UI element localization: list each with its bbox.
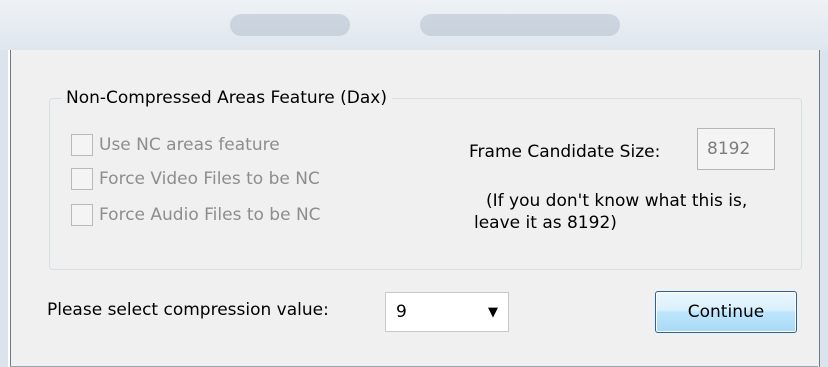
- window-frame-left: [0, 0, 8, 367]
- checkbox-label: Force Video Files to be NC: [99, 169, 320, 189]
- compression-value: 9: [396, 302, 407, 322]
- use-nc-areas-checkbox[interactable]: Use NC areas feature: [71, 134, 280, 156]
- dialog-body: Non-Compressed Areas Feature (Dax) Use N…: [10, 50, 820, 367]
- compression-label: Please select compression value:: [47, 300, 329, 320]
- chevron-down-icon[interactable]: ▼: [488, 305, 498, 320]
- checkbox-box[interactable]: [71, 204, 93, 226]
- force-video-nc-checkbox[interactable]: Force Video Files to be NC: [71, 168, 320, 190]
- checkbox-label: Force Audio Files to be NC: [99, 205, 321, 225]
- frame-candidate-size-label: Frame Candidate Size:: [469, 142, 661, 162]
- continue-button[interactable]: Continue: [655, 291, 797, 333]
- checkbox-box[interactable]: [71, 134, 93, 156]
- hint-line-1: (If you don't know what this is,: [486, 191, 748, 211]
- frame-size-hint: (If you don't know what this is, leave i…: [474, 190, 804, 234]
- hint-line-2: leave it as 8192): [474, 213, 617, 233]
- compression-select[interactable]: 9 ▼: [385, 292, 509, 332]
- title-bar-blur: [420, 14, 620, 36]
- checkbox-box[interactable]: [71, 168, 93, 190]
- window-frame-right: [820, 0, 828, 367]
- frame-candidate-size-input[interactable]: 8192: [697, 128, 775, 170]
- group-title: Non-Compressed Areas Feature (Dax): [61, 88, 392, 108]
- title-bar-blur: [230, 14, 350, 36]
- checkbox-label: Use NC areas feature: [99, 135, 280, 155]
- title-bar: [0, 0, 828, 50]
- force-audio-nc-checkbox[interactable]: Force Audio Files to be NC: [71, 204, 321, 226]
